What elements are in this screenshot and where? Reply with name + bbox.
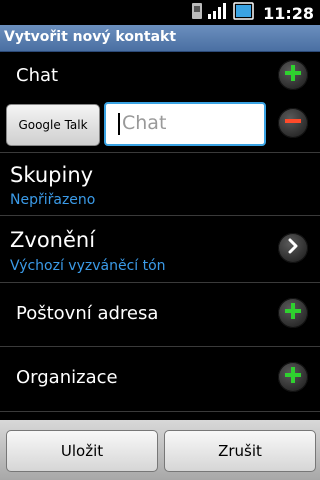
groups-row[interactable]: Skupiny Nepřiřazeno xyxy=(0,153,320,216)
add-organization-button[interactable] xyxy=(278,362,308,392)
ringtone-label: Zvonění xyxy=(10,228,96,252)
status-bar: 11:28 xyxy=(0,0,320,25)
plus-icon xyxy=(284,302,302,324)
cancel-button[interactable]: Zrušit xyxy=(164,430,316,472)
groups-label: Skupiny xyxy=(10,163,94,187)
page-title: Vytvořit nový kontakt xyxy=(4,29,177,45)
status-time: 11:28 xyxy=(263,3,314,23)
add-chat-button[interactable] xyxy=(278,60,308,90)
chat-input-placeholder: Chat xyxy=(122,112,167,134)
postal-address-label: Poštovní adresa xyxy=(16,303,159,324)
ringtone-row[interactable]: Zvonění Výchozí vyzváněcí tón xyxy=(0,216,320,283)
save-button[interactable]: Uložit xyxy=(6,430,158,472)
chat-header-row: Chat xyxy=(0,52,320,98)
chat-label: Chat xyxy=(16,65,59,86)
chat-input[interactable]: Chat xyxy=(104,102,266,146)
groups-value: Nepřiřazeno xyxy=(10,192,96,208)
ringtone-chevron-button[interactable] xyxy=(278,233,308,263)
ringtone-value: Výchozí vyzváněcí tón xyxy=(10,258,166,274)
plus-icon xyxy=(284,64,302,86)
chevron-right-icon xyxy=(285,238,301,258)
postal-address-row: Poštovní adresa xyxy=(0,283,320,347)
battery-icon xyxy=(233,2,255,24)
sim-icon xyxy=(191,2,203,24)
title-bar: Vytvořit nový kontakt xyxy=(0,25,320,52)
text-cursor xyxy=(118,113,120,135)
organization-label: Organizace xyxy=(16,367,118,388)
add-postal-address-button[interactable] xyxy=(278,298,308,328)
chat-type-button[interactable]: Google Talk xyxy=(6,104,100,146)
plus-icon xyxy=(284,366,302,388)
signal-icon xyxy=(207,2,229,24)
organization-row: Organizace xyxy=(0,347,320,412)
status-icons: 11:28 xyxy=(191,2,314,24)
bottom-action-bar: Uložit Zrušit xyxy=(0,420,320,480)
remove-chat-button[interactable] xyxy=(278,108,308,138)
minus-icon xyxy=(284,112,302,134)
